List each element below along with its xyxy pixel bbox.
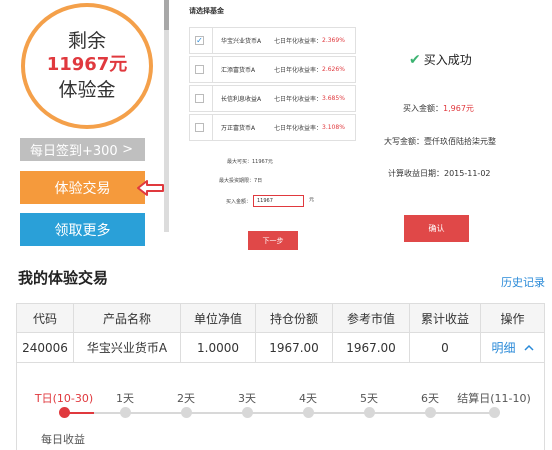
success-text: 买入成功 xyxy=(423,53,472,67)
checkin-label: 每日签到+300 xyxy=(30,144,118,159)
fund-row-divider xyxy=(212,114,213,141)
fund-select-title: 请选择基金 xyxy=(189,7,224,15)
balance-remaining-label: 剩余 xyxy=(67,30,106,52)
timeline-dot xyxy=(302,407,314,418)
timeline-dot xyxy=(488,407,500,418)
timeline-label: 6天 xyxy=(421,392,439,405)
result-upper-amount: 大写金额：壹仟玖佰陆拾柒元整 xyxy=(384,136,496,147)
row-name: 华宝兴业货币A xyxy=(73,332,181,363)
fund-row[interactable]: ✓ 华宝兴业货币A 七日年化收益率： 2.369% xyxy=(189,27,356,54)
balance-experience-label: 体验金 xyxy=(58,79,116,101)
header-market-value: 参考市值 xyxy=(332,303,410,333)
fund-name: 华宝兴业货币A xyxy=(221,38,262,45)
result-upper-label: 大写金额： xyxy=(384,137,424,146)
fund-checkbox[interactable] xyxy=(195,94,204,103)
timeline-dot xyxy=(424,407,436,418)
header-product-name: 产品名称 xyxy=(73,303,181,333)
max-hold-text: 最大投资期限：7日 xyxy=(219,178,263,184)
timeline-label: 3天 xyxy=(238,392,256,405)
next-step-button[interactable]: 下一步 xyxy=(248,231,298,250)
fund-row-divider xyxy=(212,85,213,112)
purchase-success: ✔ 买入成功 xyxy=(409,51,472,68)
fund-rate-label: 七日年化收益率： xyxy=(274,125,323,132)
timeline-label: 结算日(11-10) xyxy=(457,392,531,405)
table-row: 240006 华宝兴业货币A 1.0000 1967.00 1967.00 0 … xyxy=(16,332,545,363)
header-action: 操作 xyxy=(480,303,545,333)
timeline-dot xyxy=(180,407,192,418)
amount-unit: 元 xyxy=(309,197,315,203)
timeline-panel xyxy=(16,362,545,450)
chevron-up-icon[interactable] xyxy=(523,344,534,352)
scrollbar-thumb[interactable] xyxy=(164,0,169,30)
fund-rate-value: 3.108% xyxy=(322,124,345,131)
trade-table: 代码 产品名称 单位净值 持仓份额 参考市值 累计收益 操作 240006 华宝… xyxy=(16,303,545,363)
buy-amount-label: 买入金额： xyxy=(226,199,252,205)
history-link[interactable]: 历史记录 xyxy=(501,274,545,290)
timeline-dot xyxy=(119,407,131,418)
row-action[interactable]: 明细 xyxy=(480,332,545,363)
balance-amount: 11967元 xyxy=(46,54,128,75)
buy-amount-input[interactable]: 11967 xyxy=(253,195,304,207)
timeline-label: 1天 xyxy=(116,392,134,405)
timeline-label: T日(10-30) xyxy=(34,392,94,405)
result-date-value: 2015-11-02 xyxy=(444,169,491,178)
timeline-label: 2天 xyxy=(177,392,195,405)
row-profit: 0 xyxy=(409,332,481,363)
max-buy-text: 最大可买：11967元 xyxy=(227,159,273,165)
get-more-button[interactable]: 领取更多 xyxy=(20,213,145,246)
table-header-row: 代码 产品名称 单位净值 持仓份额 参考市值 累计收益 操作 xyxy=(16,303,545,333)
timeline-dot xyxy=(363,407,375,418)
row-shares: 1967.00 xyxy=(255,332,333,363)
fund-rate-value: 2.626% xyxy=(322,66,345,73)
timeline-label: 4天 xyxy=(299,392,317,405)
confirm-button[interactable]: 确认 xyxy=(404,215,469,242)
fund-row[interactable]: 长信利息收益A 七日年化收益率： 3.685% xyxy=(189,85,356,112)
fund-name: 汇添富货币A xyxy=(221,67,256,74)
fund-rate-value: 2.369% xyxy=(322,37,345,44)
fund-row-divider xyxy=(212,27,213,54)
timeline-label: 5天 xyxy=(360,392,378,405)
header-shares: 持仓份额 xyxy=(255,303,333,333)
timeline-dot xyxy=(58,407,70,418)
fund-rate-label: 七日年化收益率： xyxy=(274,38,323,45)
row-code: 240006 xyxy=(16,332,74,363)
daily-checkin-button[interactable]: 每日签到+300 > xyxy=(20,138,145,161)
fund-rate-value: 3.685% xyxy=(322,95,345,102)
experience-trade-button[interactable]: 体验交易 xyxy=(20,171,145,204)
vertical-scrollbar[interactable] xyxy=(164,2,169,232)
header-profit: 累计收益 xyxy=(409,303,481,333)
header-nav: 单位净值 xyxy=(180,303,256,333)
result-date: 计算收益日期：2015-11-02 xyxy=(388,168,491,179)
fund-name: 万正富货币A xyxy=(221,125,256,132)
result-amount-label: 买入金额： xyxy=(403,104,443,113)
daily-profit-label: 每日收益 xyxy=(41,433,85,446)
header-code: 代码 xyxy=(16,303,74,333)
balance-circle: 剩余 11967元 体验金 xyxy=(21,3,153,129)
fund-name: 长信利息收益A xyxy=(221,96,262,103)
fund-checkbox[interactable] xyxy=(195,123,204,132)
result-upper-value: 壹仟玖佰陆拾柒元整 xyxy=(424,137,496,146)
fund-row[interactable]: 汇添富货币A 七日年化收益率： 2.626% xyxy=(189,56,356,83)
fund-checkbox[interactable] xyxy=(195,65,204,74)
fund-checkbox[interactable]: ✓ xyxy=(195,36,204,45)
left-arrow-icon xyxy=(137,180,164,196)
chevron-right-icon: > xyxy=(122,142,133,157)
fund-row[interactable]: 万正富货币A 七日年化收益率： 3.108% xyxy=(189,114,356,141)
detail-link[interactable]: 明细 xyxy=(491,339,515,356)
timeline-dot xyxy=(241,407,253,418)
fund-rate-label: 七日年化收益率： xyxy=(274,67,323,74)
result-amount: 买入金额：1,967元 xyxy=(403,103,474,114)
result-date-label: 计算收益日期： xyxy=(388,169,444,178)
row-market-value: 1967.00 xyxy=(332,332,410,363)
result-amount-value: 1,967元 xyxy=(443,104,474,113)
row-nav: 1.0000 xyxy=(180,332,256,363)
section-title: 我的体验交易 xyxy=(18,269,109,287)
fund-rate-label: 七日年化收益率： xyxy=(274,96,323,103)
fund-row-divider xyxy=(212,56,213,83)
check-icon: ✔ xyxy=(409,51,421,68)
